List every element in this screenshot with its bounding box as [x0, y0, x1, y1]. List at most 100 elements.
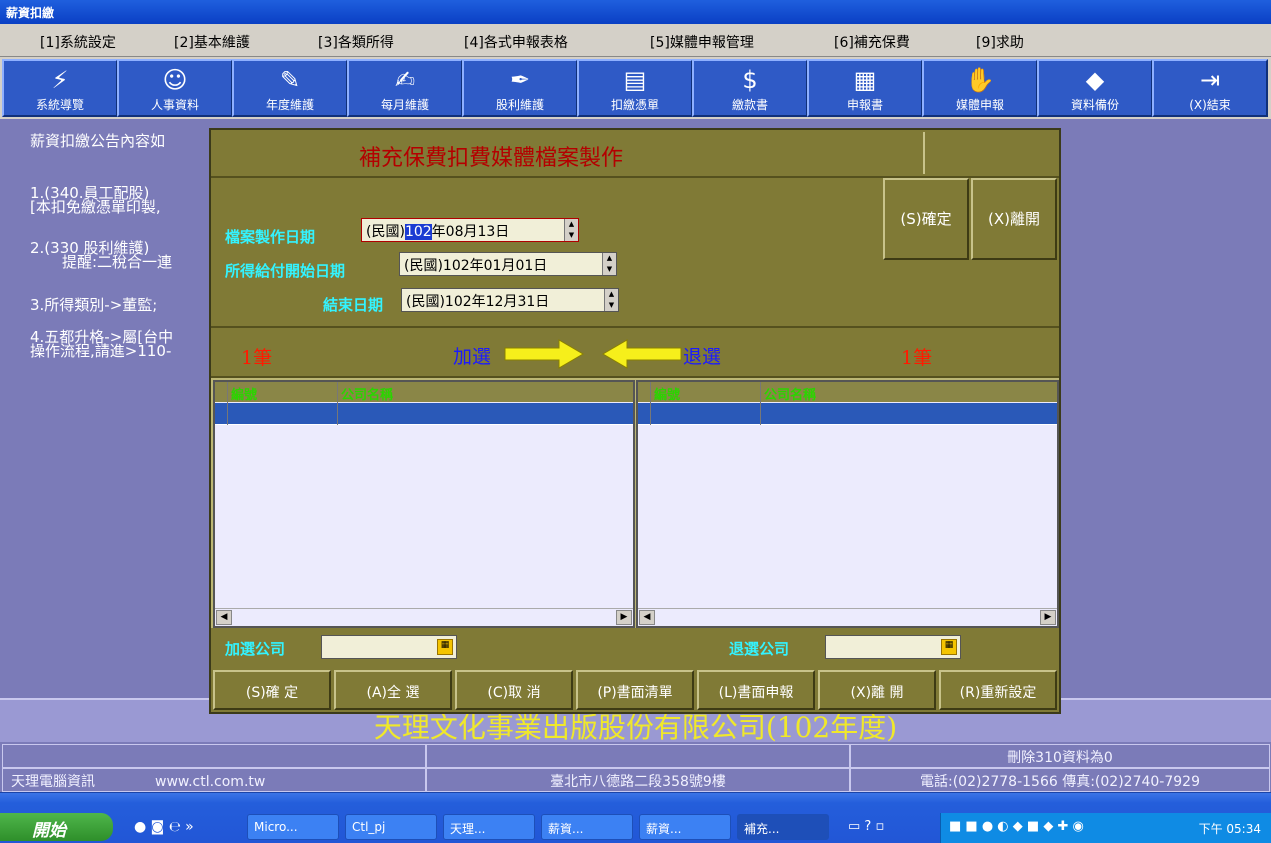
menu-report-forms[interactable]: [4]各式申報表格: [464, 32, 568, 52]
action-buttons: (S)確 定 (A)全 選 (C)取 消 (P)書面清單 (L)書面申報 (X)…: [211, 668, 1059, 712]
toolbar-system-guide-button[interactable]: ⚡ 系統導覽: [2, 59, 118, 117]
left-horizontal-scrollbar[interactable]: ◀ ▶: [215, 608, 633, 626]
toolbar-dividend-button[interactable]: ✒ 股利維護: [462, 59, 578, 117]
table-row[interactable]: [638, 403, 1057, 425]
toolbar-declaration-button[interactable]: ▦ 申報書: [807, 59, 923, 117]
menu-media-report[interactable]: [5]媒體申報管理: [650, 32, 754, 52]
toolbar-backup-button[interactable]: ◆ 資料備份: [1037, 59, 1153, 117]
menu-help[interactable]: [9]求助: [976, 32, 1024, 52]
task-payroll-2[interactable]: 薪資...: [639, 814, 731, 840]
task-supplementary[interactable]: 補充...: [737, 814, 829, 840]
keyboard-help-icons[interactable]: ▭ ? ▫: [842, 814, 932, 840]
scroll-icon: ✍: [394, 66, 416, 94]
document-icon: ▤: [623, 66, 647, 94]
table-row[interactable]: [215, 403, 633, 425]
date-spin-icon[interactable]: ▲ ▼: [564, 219, 578, 241]
vendor-phone: 電話:(02)2778-1566 傳真:(02)2740-7929: [850, 768, 1270, 792]
vendor-website: www.ctl.com.tw: [155, 774, 266, 790]
right-count: 1筆: [901, 347, 933, 369]
menu-supplementary-premium[interactable]: [6]補充保費: [834, 32, 910, 52]
menu-income-types[interactable]: [3]各類所得: [318, 32, 394, 52]
column-header-company: 公司名稱: [341, 388, 394, 403]
window-titlebar: 薪資扣繳: [0, 0, 1271, 24]
right-company-grid[interactable]: 編號 公司名稱 ◀ ▶: [636, 380, 1059, 628]
add-company-field[interactable]: ▦: [321, 635, 457, 659]
menu-bar: [1]系統設定 [2]基本維護 [3]各類所得 [4]各式申報表格 [5]媒體申…: [0, 24, 1271, 57]
date-spin-icon[interactable]: ▲ ▼: [602, 253, 616, 275]
remove-company-field[interactable]: ▦: [825, 635, 961, 659]
toolbar-monthly-button[interactable]: ✍ 每月維護: [347, 59, 463, 117]
paper-list-button[interactable]: (P)書面清單: [576, 670, 694, 710]
person-icon: ☺: [162, 66, 188, 94]
column-header-company: 公司名稱: [764, 388, 817, 403]
quick-launch[interactable]: ● ◙ ℮ »: [128, 814, 228, 840]
task-tianli[interactable]: 天理...: [443, 814, 535, 840]
add-label: 加選: [453, 346, 492, 368]
toolbar: ⚡ 系統導覽 ☺ 人事資料 ✎ 年度維護 ✍ 每月維護 ✒ 股利維護 ▤ 扣繳憑單 $ 繳款書…: [0, 57, 1271, 119]
paper-report-button[interactable]: (L)書面申報: [697, 670, 815, 710]
cancel-button[interactable]: (C)取 消: [455, 670, 573, 710]
vendor-address: 臺北市八德路二段358號9樓: [426, 768, 850, 792]
notice-line: 提醒:二稅合一連: [62, 253, 173, 271]
add-company-label: 加選公司: [225, 640, 286, 658]
pay-start-label: 所得給付開始日期: [225, 262, 346, 280]
tray-icons[interactable]: ■ ■ ● ◐ ◆ ■ ◆ ✚ ◉: [949, 819, 1084, 834]
clock: 下午 05:34: [1198, 822, 1261, 836]
left-count: 1筆: [241, 347, 273, 369]
toolbar-personnel-button[interactable]: ☺ 人事資料: [117, 59, 233, 117]
delete-info: 刪除310資料為0: [850, 744, 1270, 768]
scroll-right-icon[interactable]: ▶: [616, 610, 632, 625]
column-header-id: 編號: [654, 388, 681, 403]
notice-line: 操作流程,請進>110-: [30, 342, 172, 360]
lookup-icon[interactable]: ▦: [437, 639, 453, 655]
add-arrow-icon[interactable]: [504, 339, 584, 369]
notepad-icon: ✎: [279, 66, 301, 94]
toolbar-payment-button[interactable]: $ 繳款書: [692, 59, 808, 117]
company-select-fields: 加選公司 ▦ 退選公司 ▦: [211, 628, 1059, 668]
right-horizontal-scrollbar[interactable]: ◀ ▶: [638, 608, 1057, 626]
confirm-top-button[interactable]: (S)確定: [883, 178, 969, 260]
confirm-button[interactable]: (S)確 定: [213, 670, 331, 710]
remove-arrow-icon[interactable]: [602, 339, 682, 369]
start-button[interactable]: 開始: [0, 813, 113, 841]
window-title: 薪資扣繳: [6, 6, 55, 20]
pay-end-label: 結束日期: [323, 296, 384, 314]
scroll-left-icon[interactable]: ◀: [639, 610, 655, 625]
lightning-icon: ⚡: [51, 66, 69, 94]
handshake-icon: ✋: [965, 66, 995, 94]
left-company-grid[interactable]: 編號 公司名稱 ◀ ▶: [213, 380, 635, 628]
menu-system-settings[interactable]: [1]系統設定: [40, 32, 116, 52]
toolbar-media-report-button[interactable]: ✋ 媒體申報: [922, 59, 1038, 117]
make-date-label: 檔案製作日期: [225, 228, 316, 246]
column-header-id: 編號: [231, 388, 258, 403]
notice-line: [本扣免繳憑單印製,: [30, 198, 161, 216]
pay-end-field[interactable]: (民國)102年12月31日 ▲ ▼: [401, 288, 619, 312]
date-spin-icon[interactable]: ▲ ▼: [604, 289, 618, 311]
media-file-dialog: 補充保費扣費媒體檔案製作 檔案製作日期 (民國)102年08月13日 ▲ ▼ 所得給…: [209, 128, 1061, 714]
dialog-titlebar: 補充保費扣費媒體檔案製作: [211, 130, 1059, 178]
make-date-field[interactable]: (民國)102年08月13日 ▲ ▼: [361, 218, 579, 242]
menu-basic-maintenance[interactable]: [2]基本維護: [174, 32, 250, 52]
task-ctl-pj[interactable]: Ctl_pj: [345, 814, 437, 840]
reset-button[interactable]: (R)重新設定: [939, 670, 1057, 710]
select-all-button[interactable]: (A)全 選: [334, 670, 452, 710]
book-icon: ◆: [1085, 66, 1105, 94]
scroll-right-icon[interactable]: ▶: [1040, 610, 1056, 625]
pay-start-field[interactable]: (民國)102年01月01日 ▲ ▼: [399, 252, 617, 276]
task-payroll-1[interactable]: 薪資...: [541, 814, 633, 840]
notice-heading: 薪資扣繳公告內容如: [30, 132, 166, 150]
scroll-left-icon[interactable]: ◀: [216, 610, 232, 625]
index-icon: ▦: [853, 66, 877, 94]
leave-button[interactable]: (X)離 開: [818, 670, 936, 710]
lookup-icon[interactable]: ▦: [941, 639, 957, 655]
notice-line: 3.所得類別->董監;: [30, 296, 158, 314]
task-micro[interactable]: Micro...: [247, 814, 339, 840]
system-tray: ■ ■ ● ◐ ◆ ■ ◆ ✚ ◉ 下午 05:34: [940, 813, 1271, 843]
remove-company-label: 退選公司: [729, 640, 790, 658]
toolbar-annual-button[interactable]: ✎ 年度維護: [232, 59, 348, 117]
toolbar-withholding-button[interactable]: ▤ 扣繳憑單: [577, 59, 693, 117]
remove-label: 退選: [683, 346, 722, 368]
leave-top-button[interactable]: (X)離開: [971, 178, 1057, 260]
moneybag-icon: $: [742, 66, 758, 94]
toolbar-exit-button[interactable]: ⇥ (X)結束: [1152, 59, 1268, 117]
